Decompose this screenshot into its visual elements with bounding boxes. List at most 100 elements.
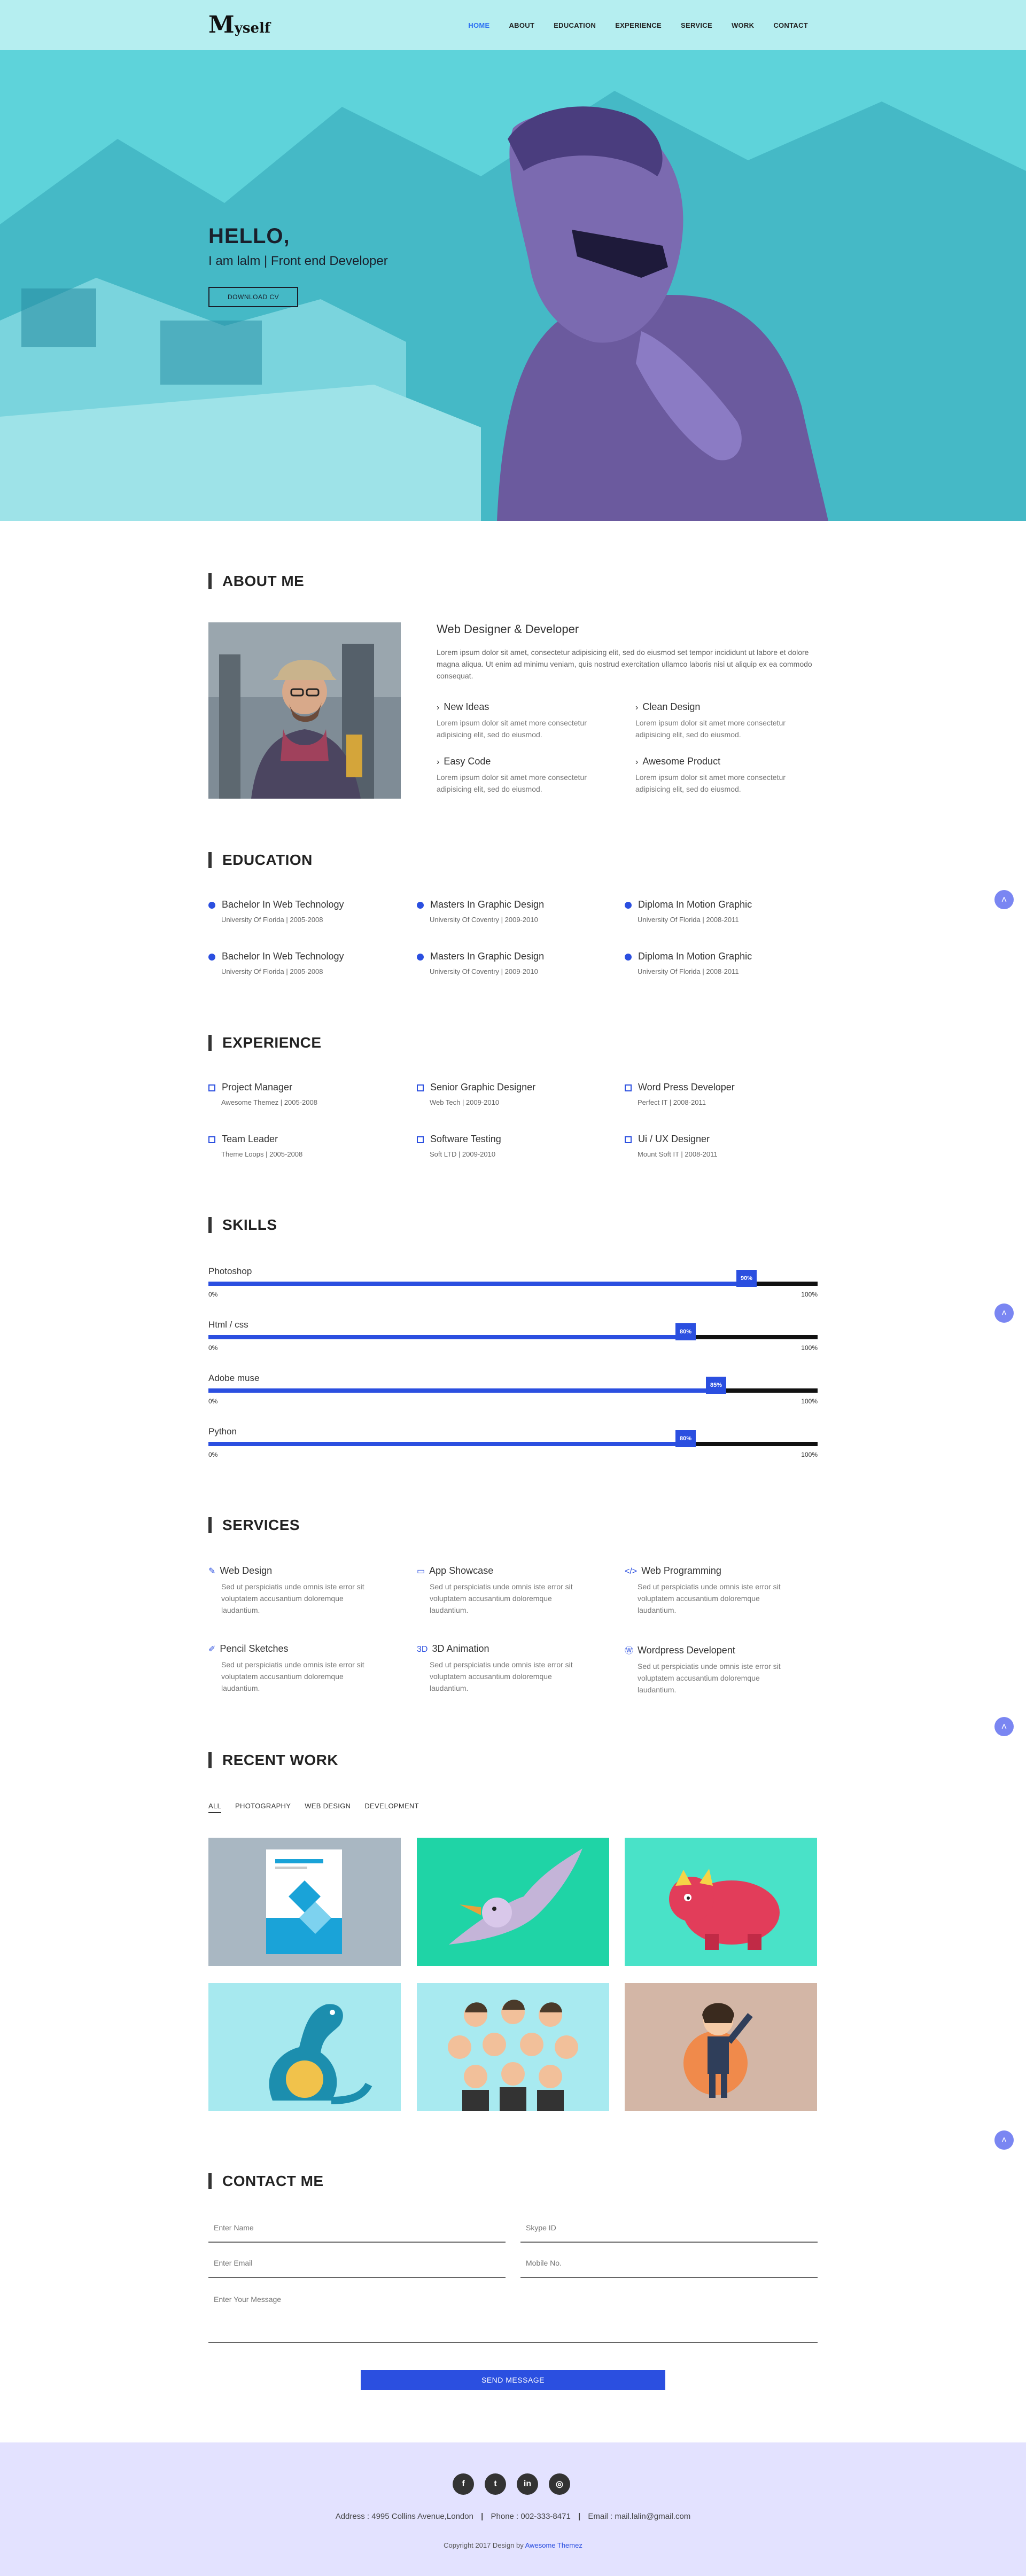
service-text: Sed ut perspiciatis unde omnis iste erro… <box>430 1660 573 1692</box>
scroll-up-button[interactable]: ˄ <box>994 1303 1014 1323</box>
hero-tagline: I am lalm | Front end Developer <box>208 254 388 268</box>
footer-email: Email : mail.lalin@gmail.com <box>588 2512 691 2521</box>
skype-input[interactable] <box>520 2221 818 2234</box>
filter-photography[interactable]: PHOTOGRAPHY <box>235 1802 291 1813</box>
skill-fill <box>208 1282 757 1286</box>
name-input[interactable] <box>208 2221 506 2234</box>
nav-education[interactable]: EDUCATION <box>544 21 605 29</box>
briefcase-icon <box>208 1136 215 1143</box>
skill-bar: Html / css 80% 0% 100% <box>208 1320 818 1352</box>
skill-fill <box>208 1442 696 1446</box>
mobile-input[interactable] <box>520 2257 818 2269</box>
service-text: Sed ut perspiciatis unde omnis iste erro… <box>221 1582 364 1614</box>
skill-max-label: 100% <box>801 1451 818 1458</box>
bullet-dot-icon <box>625 953 632 961</box>
work-item-people-group[interactable] <box>417 1983 609 2111</box>
about-photo <box>208 622 401 799</box>
education-title: EDUCATION <box>208 852 313 868</box>
education-item: Bachelor In Web Technology University Of … <box>208 899 411 924</box>
edit-icon: ✐ <box>208 1645 216 1654</box>
filter-web-design[interactable]: WEB DESIGN <box>305 1802 351 1813</box>
work-item-pterodactyl[interactable] <box>417 1838 609 1966</box>
experience-title-text: Word Press Developer <box>638 1082 735 1092</box>
filter-all[interactable]: ALL <box>208 1802 222 1813</box>
credit-link[interactable]: Awesome Themez <box>525 2541 582 2549</box>
twitter-icon[interactable]: t <box>485 2473 506 2495</box>
education-item: Masters In Graphic Design University Of C… <box>417 899 620 924</box>
education-sub: University Of Florida | 2005-2008 <box>221 916 323 924</box>
skype-field <box>520 2221 818 2243</box>
code-icon: </> <box>625 1567 638 1576</box>
education-title-text: Diploma In Motion Graphic <box>638 951 752 962</box>
chevron-right-icon: › <box>635 703 639 712</box>
skill-bar: Adobe muse 85% 0% 100% <box>208 1373 818 1405</box>
site-logo[interactable]: M yself <box>208 13 270 37</box>
briefcase-icon <box>625 1136 632 1143</box>
nav-work[interactable]: WORK <box>722 21 764 29</box>
work-title: RECENT WORK <box>208 1752 338 1768</box>
bullet-dot-icon <box>417 953 424 961</box>
skill-min-label: 0% <box>208 1451 218 1458</box>
work-filters: ALL PHOTOGRAPHY WEB DESIGN DEVELOPMENT <box>208 1802 419 1813</box>
nav-home[interactable]: HOME <box>458 21 499 29</box>
service-title: Web Design <box>220 1565 273 1576</box>
logo-initial: M <box>208 11 235 38</box>
education-title-text: Bachelor In Web Technology <box>222 899 344 910</box>
skills-title: SKILLS <box>208 1217 277 1233</box>
education-item: Masters In Graphic Design University Of C… <box>417 951 620 975</box>
feature-awesome-product: › Awesome Product Lorem ipsum dolor sit a… <box>635 756 817 795</box>
bullet-dot-icon <box>208 953 215 961</box>
message-field <box>208 2293 818 2343</box>
name-field <box>208 2221 506 2243</box>
skill-fill <box>208 1388 726 1393</box>
instagram-icon[interactable]: ◎ <box>549 2473 570 2495</box>
nav-contact[interactable]: CONTACT <box>764 21 818 29</box>
skill-percent-badge: 80% <box>675 1430 696 1447</box>
bullet-dot-icon <box>625 901 632 909</box>
social-links: f t in ◎ <box>453 2473 570 2495</box>
linkedin-icon[interactable]: in <box>517 2473 538 2495</box>
footer-address: Address : 4995 Collins Avenue,London <box>335 2512 473 2521</box>
skill-min-label: 0% <box>208 1344 218 1352</box>
skill-name: Html / css <box>208 1320 248 1330</box>
skill-min-label: 0% <box>208 1398 218 1405</box>
facebook-icon[interactable]: f <box>453 2473 474 2495</box>
service-title: Web Programming <box>641 1565 721 1576</box>
work-item-blue-dinosaur[interactable] <box>208 1983 401 2111</box>
briefcase-icon <box>417 1084 424 1091</box>
filter-development[interactable]: DEVELOPMENT <box>364 1802 419 1813</box>
about-title: ABOUT ME <box>208 573 304 589</box>
feature-text: Lorem ipsum dolor sit amet more consecte… <box>635 719 786 739</box>
experience-title-text: Senior Graphic Designer <box>430 1082 536 1092</box>
scroll-up-button[interactable]: ˄ <box>994 1717 1014 1736</box>
education-title-text: Masters In Graphic Design <box>430 951 545 962</box>
nav-service[interactable]: SERVICE <box>671 21 722 29</box>
education-item: Diploma In Motion Graphic University Of F… <box>625 899 828 924</box>
work-item-singer-girl[interactable] <box>625 1983 817 2111</box>
arrow-up-icon: ˄ <box>1001 1721 1007 1732</box>
nav-about[interactable]: ABOUT <box>499 21 544 29</box>
about-heading: Web Designer & Developer <box>437 622 579 636</box>
feature-text: Lorem ipsum dolor sit amet more consecte… <box>437 719 587 739</box>
feature-easy-code: › Easy Code Lorem ipsum dolor sit amet mo… <box>437 756 618 795</box>
download-cv-button[interactable]: DOWNLOAD CV <box>208 287 299 307</box>
work-item-red-dinosaur[interactable] <box>625 1838 817 1966</box>
experience-sub: Awesome Themez | 2005-2008 <box>221 1098 317 1106</box>
skill-bar: Python 80% 0% 100% <box>208 1426 818 1458</box>
wordpress-icon: Ⓦ <box>625 1646 634 1656</box>
briefcase-icon <box>417 1136 424 1143</box>
email-field <box>208 2257 506 2278</box>
scroll-up-button[interactable]: ˄ <box>994 890 1014 909</box>
nav-experience[interactable]: EXPERIENCE <box>605 21 671 29</box>
hero-greeting: HELLO, <box>208 224 290 248</box>
email-input[interactable] <box>208 2257 506 2269</box>
message-textarea[interactable] <box>208 2293 818 2336</box>
experience-item: Word Press Developer Perfect IT | 2008-20… <box>625 1082 828 1106</box>
experience-title-text: Team Leader <box>222 1134 278 1144</box>
scroll-up-button[interactable]: ˄ <box>994 2130 1014 2150</box>
hero-section: HELLO, I am lalm | Front end Developer D… <box>0 0 1026 521</box>
experience-title-text: Ui / UX Designer <box>638 1134 710 1144</box>
work-item-business-flyer[interactable] <box>208 1838 401 1966</box>
experience-item: Software Testing Soft LTD | 2009-2010 <box>417 1134 620 1158</box>
send-message-button[interactable]: SEND MESSAGE <box>361 2370 665 2390</box>
